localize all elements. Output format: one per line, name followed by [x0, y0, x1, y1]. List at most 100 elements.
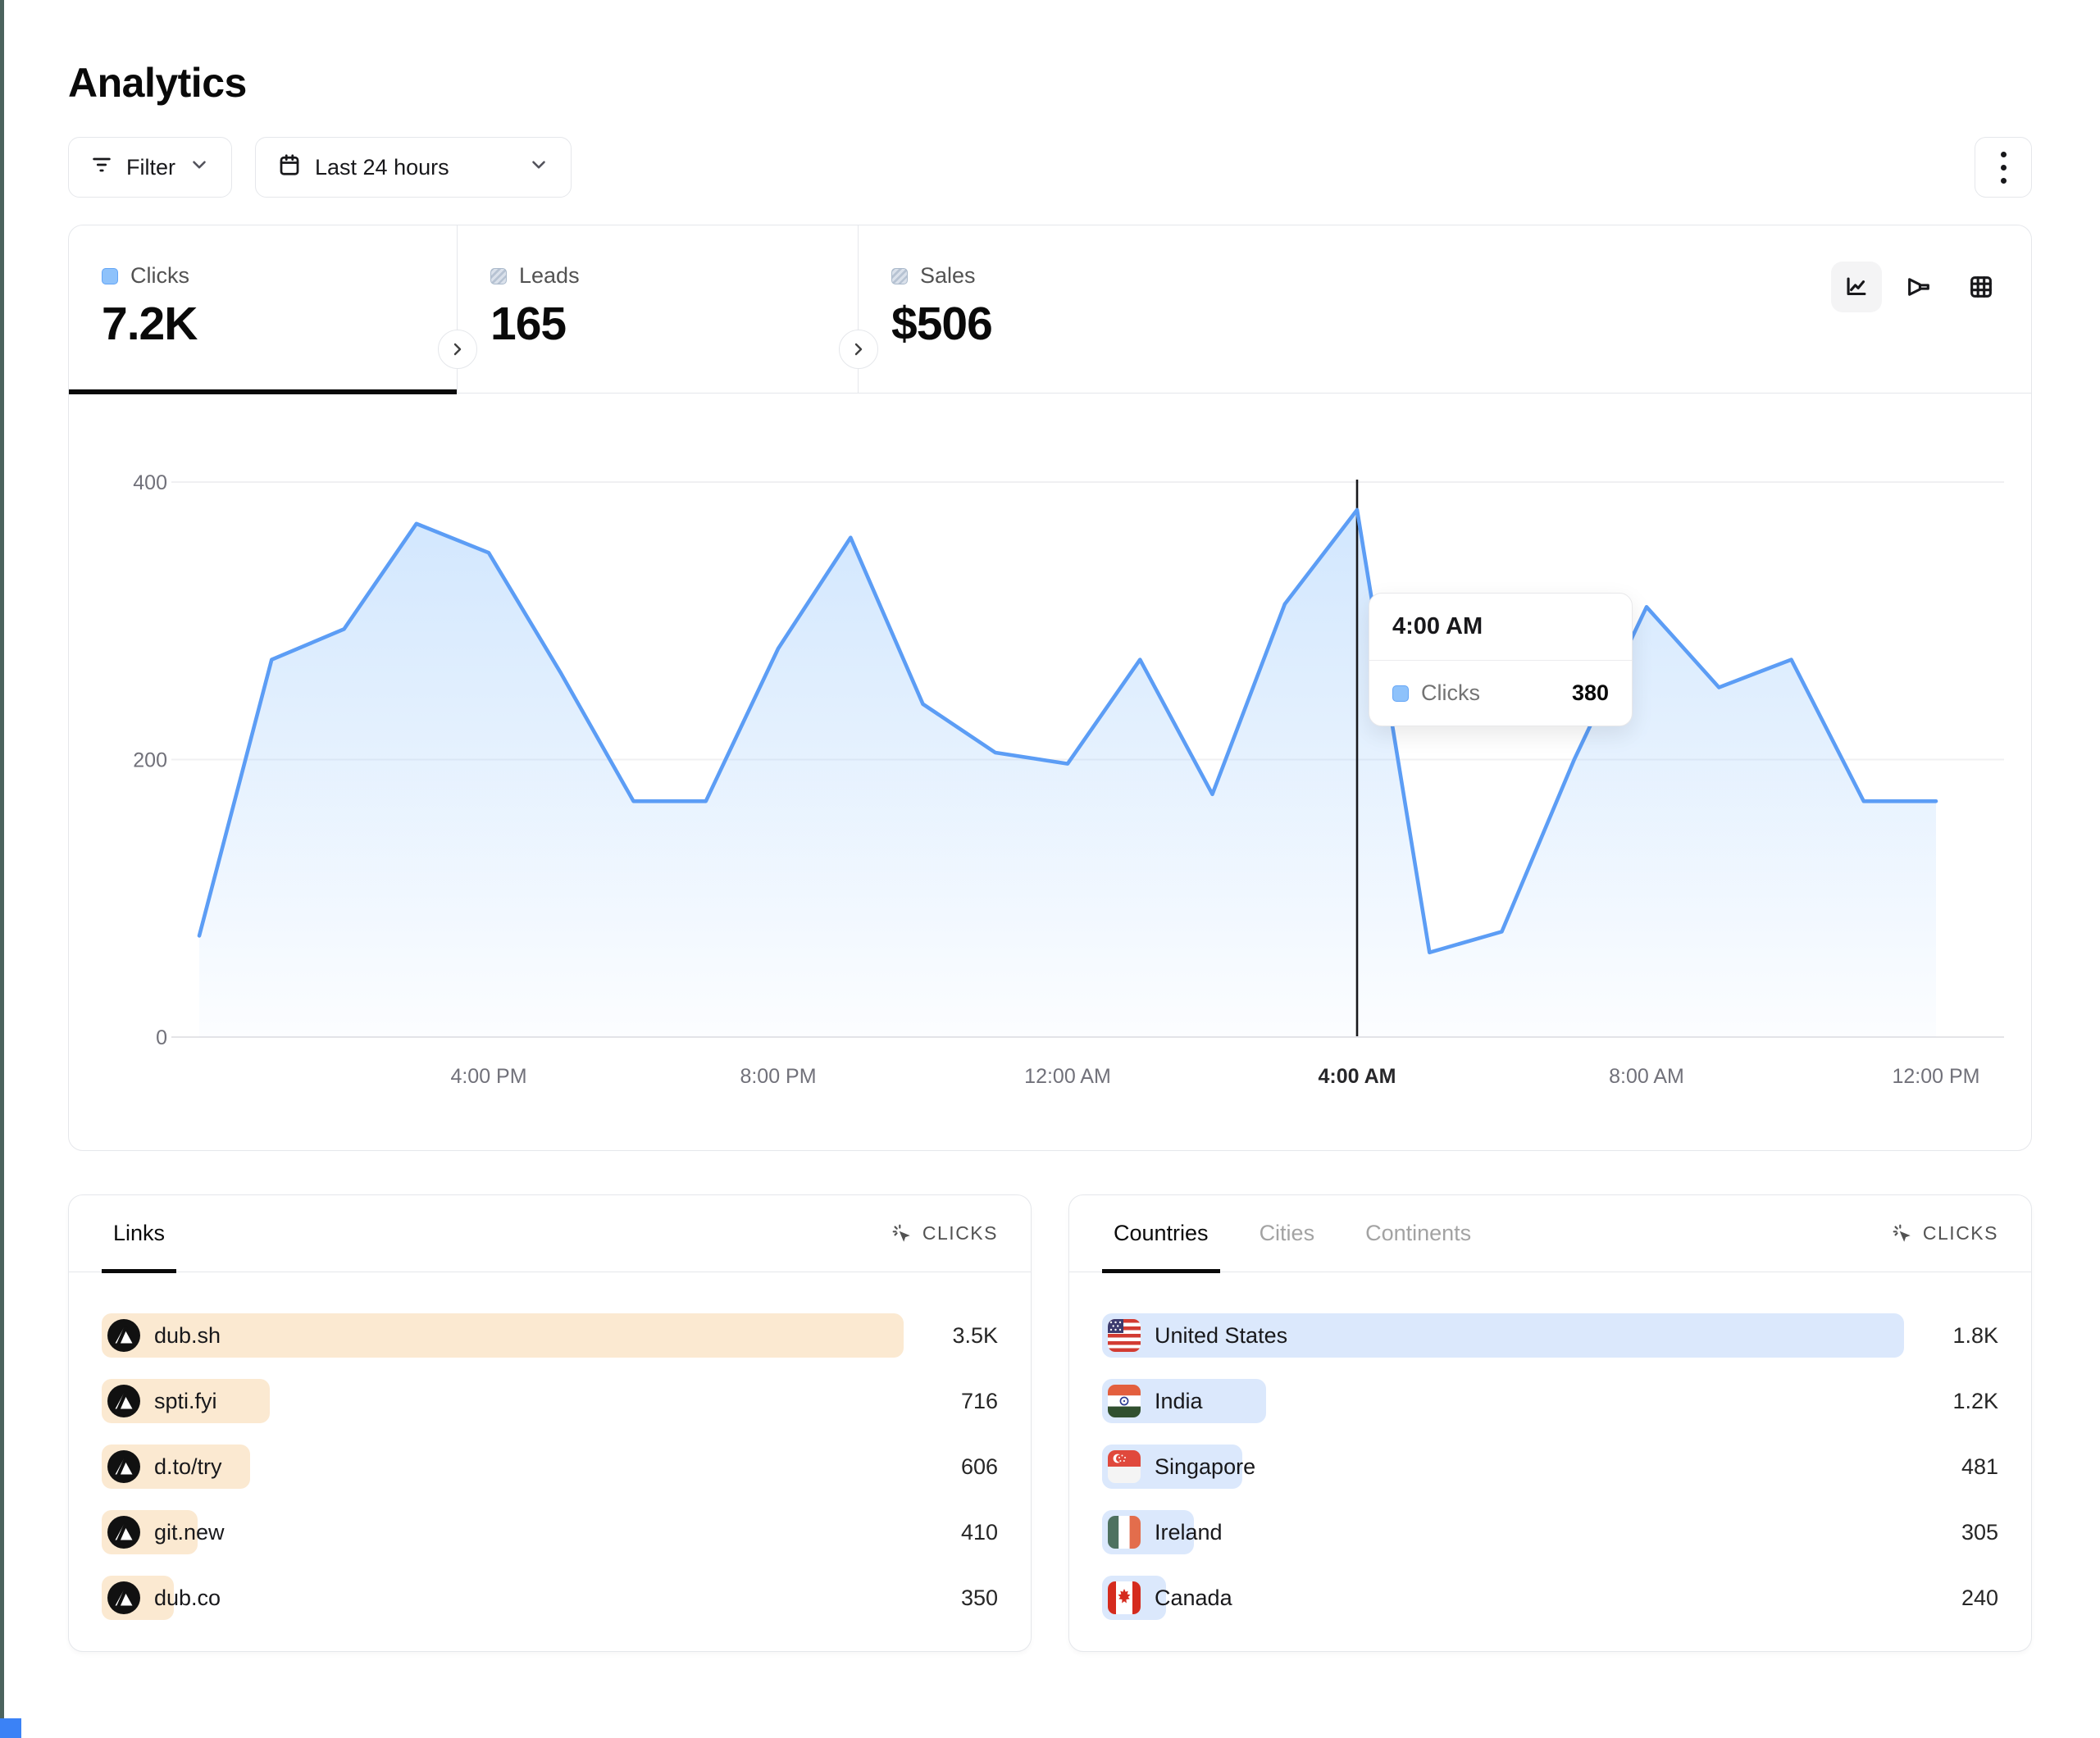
- row-label: spti.fyi: [107, 1385, 217, 1417]
- row-value: 305: [1904, 1520, 1998, 1545]
- list-item[interactable]: git.new 410: [102, 1510, 998, 1554]
- filter-button[interactable]: Filter: [68, 137, 232, 198]
- tab-links[interactable]: Links: [102, 1195, 176, 1272]
- links-metric-label: CLICKS: [922, 1222, 998, 1244]
- chart-canvas: 02004004:00 PM8:00 PM12:00 AM4:00 AM8:00…: [69, 225, 2030, 1149]
- list-item[interactable]: India 1.2K: [1102, 1379, 1998, 1423]
- countries-metric-label: CLICKS: [1923, 1222, 1998, 1244]
- page-title: Analytics: [68, 59, 2032, 107]
- breakdown-cards: Links CLICKS dub.sh 3.5K spti.fyi: [68, 1194, 2032, 1652]
- svg-text:12:00 AM: 12:00 AM: [1024, 1065, 1111, 1088]
- row-label: git.new: [107, 1516, 225, 1549]
- links-tabs: Links: [102, 1195, 176, 1272]
- date-range-label: Last 24 hours: [315, 155, 449, 180]
- row-icon: [1108, 1319, 1141, 1352]
- chevron-down-icon: [189, 154, 210, 181]
- svg-text:200: 200: [133, 749, 167, 772]
- dub-logo-icon: [107, 1516, 140, 1549]
- list-item[interactable]: dub.sh 3.5K: [102, 1313, 998, 1358]
- chevron-right-icon: [448, 339, 467, 359]
- row-value: 481: [1904, 1454, 1998, 1480]
- row-value: 606: [904, 1454, 998, 1480]
- corner-accent: [0, 1718, 21, 1738]
- kebab-icon: [2001, 152, 2007, 184]
- bar-track: dub.co: [102, 1576, 904, 1620]
- svg-text:12:00 PM: 12:00 PM: [1892, 1065, 1979, 1088]
- links-metric: CLICKS: [891, 1195, 998, 1272]
- row-icon: [107, 1516, 140, 1549]
- row-name: d.to/try: [154, 1454, 222, 1480]
- bar-track: d.to/try: [102, 1445, 904, 1489]
- row-name: dub.sh: [154, 1323, 221, 1349]
- bar-track: Canada: [1102, 1576, 1904, 1620]
- filter-icon: [90, 153, 113, 182]
- row-name: spti.fyi: [154, 1389, 217, 1414]
- svg-text:0: 0: [156, 1026, 167, 1049]
- row-value: 716: [904, 1389, 998, 1414]
- tab-cities[interactable]: Cities: [1248, 1195, 1327, 1272]
- row-value: 1.2K: [1904, 1389, 1998, 1414]
- clicks-area-chart[interactable]: 02004004:00 PM8:00 PM12:00 AM4:00 AM8:00…: [69, 394, 2031, 1150]
- links-list: dub.sh 3.5K spti.fyi 716 d.to/try 606: [69, 1272, 1031, 1620]
- list-item[interactable]: dub.co 350: [102, 1576, 998, 1620]
- dub-logo-icon: [107, 1450, 140, 1483]
- links-card-header: Links CLICKS: [69, 1195, 1031, 1272]
- row-name: United States: [1155, 1323, 1287, 1349]
- dub-logo-icon: [107, 1319, 140, 1352]
- tooltip-value: 380: [1572, 680, 1609, 706]
- row-icon: [1108, 1450, 1141, 1483]
- row-name: Singapore: [1155, 1454, 1255, 1480]
- row-label: Canada: [1108, 1581, 1232, 1614]
- row-icon: [107, 1450, 140, 1483]
- row-label: dub.co: [107, 1581, 221, 1614]
- date-range-button[interactable]: Last 24 hours: [255, 137, 572, 198]
- flag-united-states: [1108, 1319, 1141, 1352]
- countries-card-header: Countries Cities Continents CLICKS: [1069, 1195, 2031, 1272]
- countries-list: United States 1.8K India 1.2K Singapore …: [1069, 1272, 2031, 1620]
- row-value: 240: [1904, 1586, 1998, 1611]
- tab-continents[interactable]: Continents: [1354, 1195, 1483, 1272]
- svg-text:8:00 PM: 8:00 PM: [740, 1065, 816, 1088]
- value-bar: [102, 1313, 904, 1358]
- list-item[interactable]: Singapore 481: [1102, 1445, 1998, 1489]
- flag-ireland: [1108, 1516, 1141, 1549]
- tooltip-legend-swatch: [1392, 685, 1409, 702]
- calendar-icon: [277, 152, 302, 183]
- row-icon: [107, 1581, 140, 1614]
- row-label: United States: [1108, 1319, 1287, 1352]
- row-name: Canada: [1155, 1586, 1232, 1611]
- dub-logo-icon: [107, 1385, 140, 1417]
- list-item[interactable]: d.to/try 606: [102, 1445, 998, 1489]
- links-card: Links CLICKS dub.sh 3.5K spti.fyi: [68, 1194, 1032, 1652]
- row-icon: [1108, 1516, 1141, 1549]
- row-icon: [107, 1319, 140, 1352]
- row-name: git.new: [154, 1520, 225, 1545]
- tab-countries[interactable]: Countries: [1102, 1195, 1220, 1272]
- row-value: 1.8K: [1904, 1323, 1998, 1349]
- analytics-page: Analytics Filter Last 24 hours: [68, 0, 2032, 1652]
- row-name: India: [1155, 1389, 1203, 1414]
- svg-text:4:00 AM: 4:00 AM: [1319, 1065, 1396, 1088]
- more-options-button[interactable]: [1975, 137, 2032, 198]
- countries-metric: CLICKS: [1892, 1195, 1998, 1272]
- svg-text:8:00 AM: 8:00 AM: [1609, 1065, 1684, 1088]
- list-item[interactable]: spti.fyi 716: [102, 1379, 998, 1423]
- geo-tabs: Countries Cities Continents: [1102, 1195, 1483, 1272]
- row-value: 3.5K: [904, 1323, 998, 1349]
- row-icon: [107, 1385, 140, 1417]
- list-item[interactable]: United States 1.8K: [1102, 1313, 1998, 1358]
- row-label: d.to/try: [107, 1450, 222, 1483]
- expand-leads-sales-button[interactable]: [839, 330, 878, 369]
- tooltip-series: Clicks: [1421, 680, 1480, 706]
- svg-text:4:00 PM: 4:00 PM: [450, 1065, 526, 1088]
- bar-track: dub.sh: [102, 1313, 904, 1358]
- expand-clicks-leads-button[interactable]: [438, 330, 477, 369]
- analytics-chart-card: Clicks 7.2K Leads 165 Sales $506: [68, 225, 2032, 1151]
- list-item[interactable]: Ireland 305: [1102, 1510, 1998, 1554]
- bar-track: spti.fyi: [102, 1379, 904, 1423]
- tooltip-time: 4:00 AM: [1369, 594, 1632, 661]
- row-label: India: [1108, 1385, 1203, 1417]
- row-icon: [1108, 1385, 1141, 1417]
- dub-logo-icon: [107, 1581, 140, 1614]
- list-item[interactable]: Canada 240: [1102, 1576, 1998, 1620]
